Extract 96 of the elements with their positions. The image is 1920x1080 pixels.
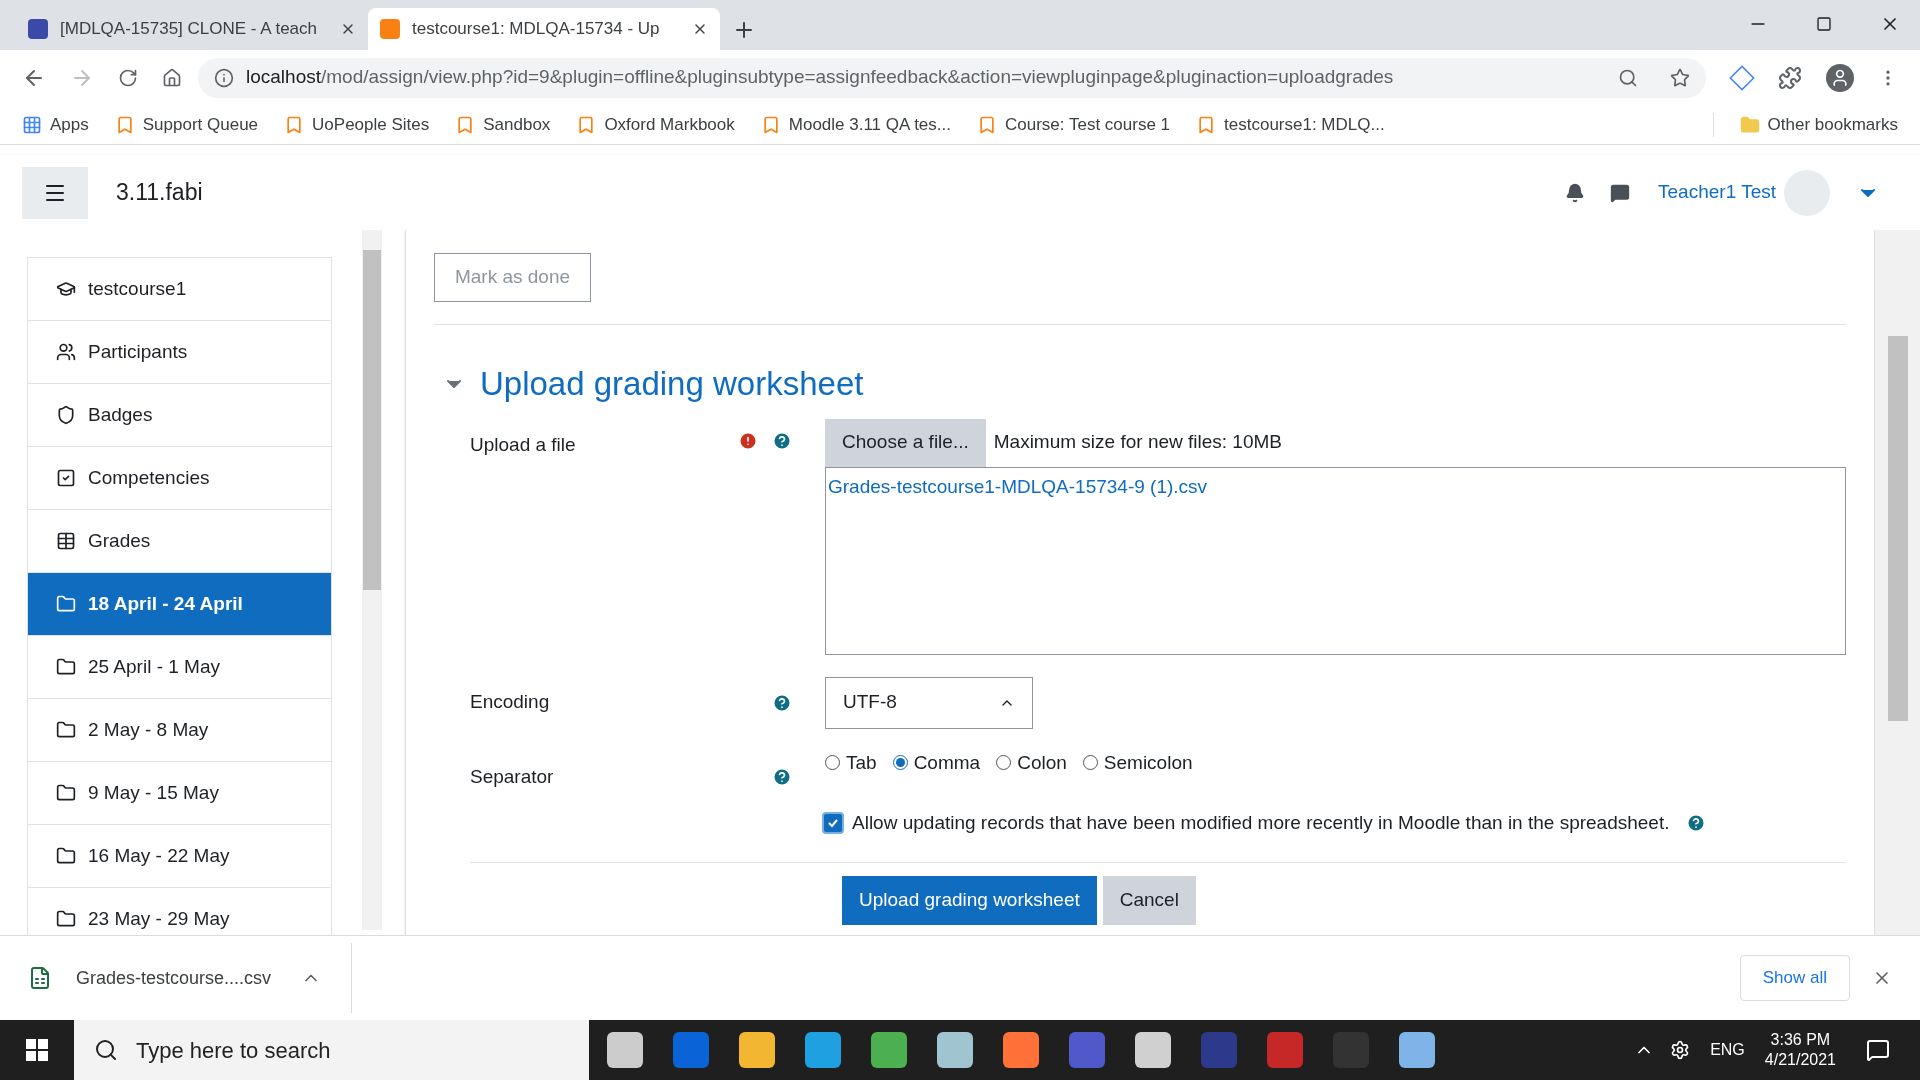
nav-item[interactable]: 23 May - 29 May: [27, 887, 332, 935]
address-field[interactable]: localhost/mod/assign/view.php?id=9&plugin=offline&pluginsubtype=assignfeedback&action=viewpluginpage&pluginaction=uploadgrades: [198, 57, 1706, 98]
required-icon: [738, 430, 758, 451]
tray-icon[interactable]: [1670, 1040, 1691, 1060]
max-size-text: Maximum size for new files: 10MB: [993, 430, 1282, 455]
folder-icon: [56, 720, 76, 740]
home-icon[interactable]: [162, 67, 182, 88]
app-icon[interactable]: [739, 1032, 775, 1068]
zoom-icon[interactable]: [1618, 67, 1638, 88]
spreadsheet-icon: [28, 966, 52, 990]
upload-button[interactable]: Upload grading worksheet: [842, 875, 1097, 925]
profile-icon[interactable]: [1826, 63, 1854, 92]
encoding-select[interactable]: UTF-8: [825, 676, 1033, 729]
file-drop-area[interactable]: Grades-testcourse1-MDLQA-15734-9 (1).csv: [825, 466, 1846, 655]
bookmark-link[interactable]: Other bookmarks: [1739, 111, 1898, 138]
page-scrollbar[interactable]: [1875, 230, 1920, 935]
radio-option[interactable]: Colon: [996, 748, 1067, 777]
search-field[interactable]: Type here to search: [74, 1020, 589, 1080]
field-label: Upload a file: [470, 432, 577, 457]
nav-item[interactable]: 25 April - 1 May: [27, 635, 332, 699]
app-icon[interactable]: [1003, 1032, 1039, 1068]
nav-item[interactable]: 2 May - 8 May: [27, 698, 332, 762]
download-file-name[interactable]: Grades-testcourse....csv: [76, 964, 272, 992]
search-icon: [94, 1038, 118, 1062]
course-icon: [56, 279, 76, 299]
app-icon[interactable]: [607, 1032, 643, 1068]
browser-tab[interactable]: [MDLQA-15735] CLONE - A teach: [16, 8, 368, 50]
notification-icon[interactable]: [1565, 182, 1586, 203]
nav-item[interactable]: Competencies: [27, 446, 332, 510]
bookmark-link[interactable]: Apps: [22, 111, 89, 138]
notification-icon[interactable]: [1866, 1038, 1890, 1062]
bookmark-link[interactable]: Course: Test course 1: [977, 111, 1171, 138]
nav-item[interactable]: Badges: [27, 383, 332, 447]
help-icon[interactable]: [772, 430, 792, 451]
app-icon[interactable]: [1399, 1032, 1435, 1068]
competencies-icon: [56, 468, 76, 488]
browser-tab[interactable]: testcourse1: MDLQA-15734 - Up: [368, 8, 720, 50]
file-link[interactable]: Grades-testcourse1-MDLQA-15734-9 (1).csv: [828, 475, 1208, 497]
clock[interactable]: 3:36 PM 4/21/2021: [1764, 1030, 1836, 1070]
bookmark-link[interactable]: Oxford Markbook: [576, 111, 735, 138]
menu-button[interactable]: [22, 166, 88, 219]
site-icon: [380, 19, 400, 39]
bookmark-link[interactable]: testcourse1: MDLQ...: [1196, 111, 1385, 138]
folder-icon: [56, 594, 76, 614]
tab-title: [MDLQA-15735] CLONE - A teach: [60, 18, 318, 41]
checkbox-label[interactable]: Allow updating records that have been modified more recently in Moodle than in the spreadsheet.: [852, 809, 1670, 838]
folder-icon: [1739, 114, 1760, 135]
radio-option[interactable]: Comma: [892, 748, 981, 777]
bookmark-icon: [977, 114, 997, 135]
site-icon: [28, 19, 48, 39]
badges-icon: [56, 405, 76, 425]
folder-icon: [56, 909, 76, 929]
choose-file-button[interactable]: Choose a file...: [825, 418, 986, 467]
radio-option[interactable]: Semicolon: [1082, 748, 1193, 777]
bookmark-link[interactable]: Support Queue: [114, 111, 259, 138]
app-icon[interactable]: [805, 1032, 841, 1068]
user-name[interactable]: Teacher1 Test: [1658, 178, 1776, 207]
info-icon: [214, 67, 234, 88]
nav-item[interactable]: 9 May - 15 May: [27, 761, 332, 825]
app-icon[interactable]: [1135, 1032, 1171, 1068]
field-label: Encoding: [470, 690, 551, 715]
help-icon[interactable]: [772, 692, 792, 713]
reload-icon[interactable]: [118, 67, 138, 88]
field-label: Separator: [470, 764, 555, 789]
nav-item[interactable]: 16 May - 22 May: [27, 824, 332, 888]
app-icon[interactable]: [871, 1032, 907, 1068]
language-indicator[interactable]: ENG: [1710, 1038, 1745, 1062]
tab-title: testcourse1: MDLQA-15734 - Up: [412, 18, 661, 41]
restore-icon[interactable]: [1816, 16, 1832, 32]
grades-icon: [56, 531, 76, 551]
bookmark-star-icon[interactable]: [1670, 67, 1690, 88]
extensions-icon[interactable]: [1778, 65, 1802, 90]
message-icon[interactable]: [1610, 182, 1631, 203]
nav-item[interactable]: testcourse1: [27, 257, 332, 321]
cancel-button[interactable]: Cancel: [1102, 875, 1196, 925]
check-icon: [827, 817, 839, 830]
folder-icon: [56, 846, 76, 866]
app-icon[interactable]: [937, 1032, 973, 1068]
participants-icon: [56, 342, 76, 362]
show-all-button[interactable]: Show all: [1739, 955, 1850, 1001]
nav-item[interactable]: 18 April - 24 April: [27, 572, 332, 636]
nav-item[interactable]: Participants: [27, 320, 332, 384]
apps-icon: [22, 114, 42, 135]
help-icon[interactable]: [1685, 813, 1706, 834]
bookmark-link[interactable]: Moodle 3.11 QA tes...: [760, 111, 951, 138]
radio-option[interactable]: Tab: [825, 748, 877, 777]
scrollbar[interactable]: [362, 230, 382, 930]
section-heading[interactable]: Upload grading worksheet: [480, 359, 864, 409]
folder-icon: [56, 783, 76, 803]
bookmark-link[interactable]: UoPeople Sites: [284, 111, 430, 138]
checkbox[interactable]: [822, 812, 844, 835]
bookmark-link[interactable]: Sandbox: [455, 111, 551, 138]
help-icon[interactable]: [772, 766, 792, 787]
site-name[interactable]: 3.11.fabi: [116, 175, 203, 210]
nav-item[interactable]: Grades: [27, 509, 332, 573]
folder-icon: [56, 657, 76, 677]
